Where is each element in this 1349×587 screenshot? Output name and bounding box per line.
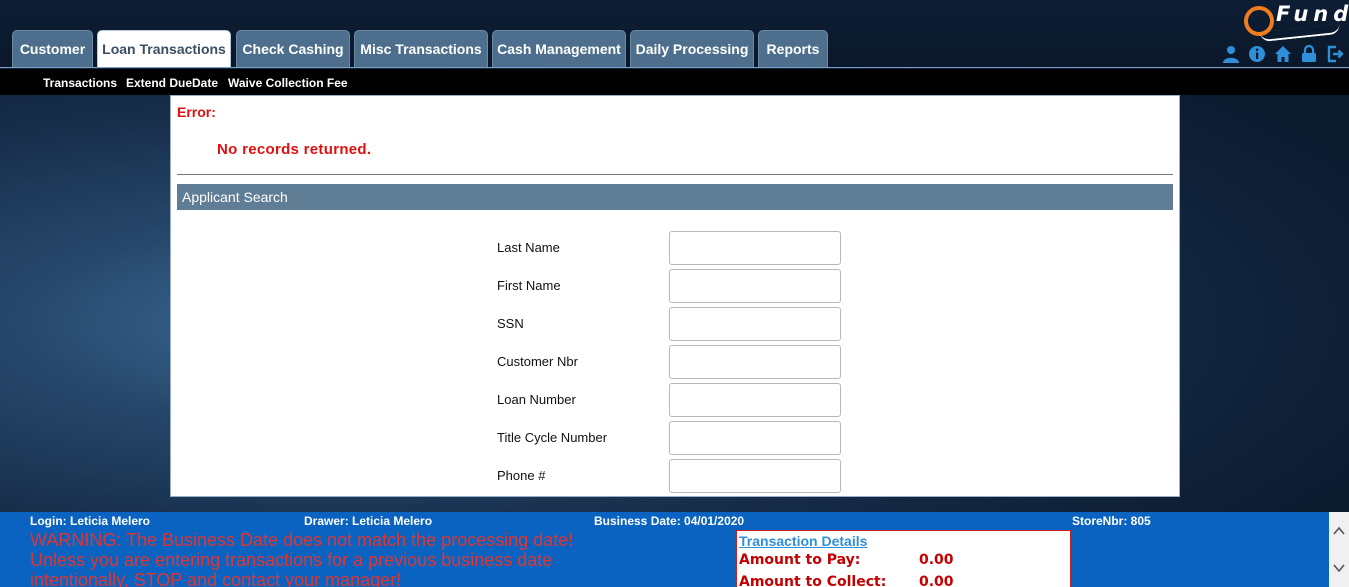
footer-scrollbar[interactable] [1329, 512, 1349, 587]
last-name-label: Last Name [497, 240, 560, 255]
qfund-logo: Fund [1242, 0, 1349, 43]
home-icon[interactable] [1274, 45, 1292, 63]
last-name-input[interactable] [669, 231, 841, 265]
amount-to-collect-value: 0.00 [919, 574, 954, 587]
transaction-details-link[interactable]: Transaction Details [739, 533, 867, 549]
lock-icon[interactable] [1300, 45, 1318, 63]
loan-number-label: Loan Number [497, 392, 576, 407]
top-header: Customer Loan Transactions Check Cashing… [0, 0, 1349, 68]
field-row-phone: Phone # [497, 459, 847, 493]
login-info: Login: Leticia Melero [30, 514, 151, 528]
phone-label: Phone # [497, 468, 546, 483]
error-message: No records returned. [217, 141, 372, 158]
first-name-input[interactable] [669, 269, 841, 303]
field-row-first-name: First Name [497, 269, 847, 303]
tab-daily-processing[interactable]: Daily Processing [630, 30, 754, 67]
title-cycle-number-label: Title Cycle Number [497, 430, 608, 445]
status-footer: Login: Leticia Melero Drawer: Leticia Me… [0, 512, 1349, 587]
tab-customer[interactable]: Customer [12, 30, 93, 67]
ssn-label: SSN [497, 316, 524, 331]
tab-loan-transactions[interactable]: Loan Transactions [97, 30, 231, 67]
section-header: Applicant Search [177, 184, 1173, 210]
logo-wordmark: Fund [1276, 2, 1349, 26]
submenu-waive-collection-fee[interactable]: Waive Collection Fee [228, 76, 348, 90]
amount-to-collect-label: Amount to Collect: [739, 574, 887, 587]
submenu-bar: Transactions Extend DueDate Waive Collec… [0, 69, 1349, 95]
tab-misc-transactions[interactable]: Misc Transactions [354, 30, 488, 67]
submenu-extend-duedate[interactable]: Extend DueDate [126, 76, 218, 90]
error-label: Error: [177, 104, 216, 120]
store-number-info: StoreNbr: 805 [1072, 514, 1151, 528]
drawer-info: Drawer: Leticia Melero [304, 514, 433, 528]
scroll-up-icon[interactable] [1333, 526, 1345, 536]
divider [177, 174, 1173, 175]
title-cycle-number-input[interactable] [669, 421, 841, 455]
business-date-info: Business Date: 04/01/2020 [594, 514, 745, 528]
transaction-details-box: Transaction Details Amount to Pay: 0.00 … [736, 530, 1071, 587]
tab-reports[interactable]: Reports [758, 30, 828, 67]
applicant-search-panel: Error: No records returned. Applicant Se… [170, 95, 1180, 497]
field-row-ssn: SSN [497, 307, 847, 341]
first-name-label: First Name [497, 278, 561, 293]
field-row-customer-nbr: Customer Nbr [497, 345, 847, 379]
business-date-warning: WARNING: The Business Date does not matc… [30, 530, 574, 587]
loan-number-input[interactable] [669, 383, 841, 417]
user-icon[interactable] [1222, 45, 1240, 63]
customer-nbr-label: Customer Nbr [497, 354, 578, 369]
field-row-title-cycle-number: Title Cycle Number [497, 421, 847, 455]
info-icon[interactable] [1248, 45, 1266, 63]
ssn-input[interactable] [669, 307, 841, 341]
amount-to-pay-value: 0.00 [919, 552, 954, 568]
tab-cash-management[interactable]: Cash Management [492, 30, 626, 67]
field-row-last-name: Last Name [497, 231, 847, 265]
scroll-down-icon[interactable] [1333, 563, 1345, 573]
amount-to-pay-label: Amount to Pay: [739, 552, 861, 568]
logout-icon[interactable] [1326, 45, 1344, 63]
customer-nbr-input[interactable] [669, 345, 841, 379]
phone-input[interactable] [669, 459, 841, 493]
field-row-loan-number: Loan Number [497, 383, 847, 417]
tab-check-cashing[interactable]: Check Cashing [236, 30, 350, 67]
submenu-transactions[interactable]: Transactions [43, 76, 117, 90]
